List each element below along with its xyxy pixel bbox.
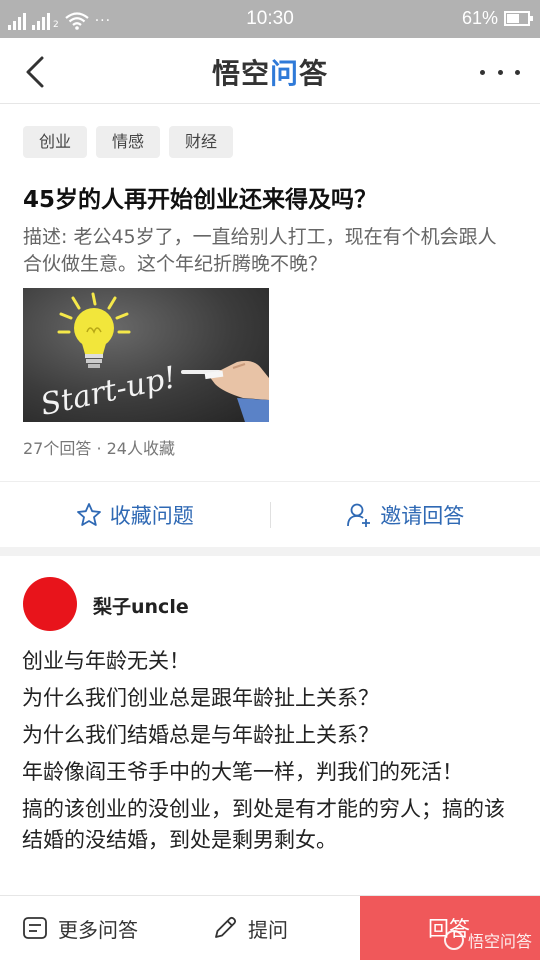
watermark: 悟空问答 [443,928,532,952]
section-divider [0,547,540,556]
invite-answer-label: 邀请回答 [380,503,465,528]
answer-paragraph: 为什么我们创业总是跟年龄扯上关系？ [22,686,379,710]
status-bar: 2 ··· 10:30 61% [0,0,540,38]
question-card: 创业 情感 财经 45岁的人再开始创业还来得及吗？ 描述: 老公45岁了，一直给… [0,104,540,548]
tag-list: 创业 情感 财经 [23,126,234,158]
lightbulb-chalk-illustration: Start-up! [37,292,269,422]
image-chalk-text: Start-up! [37,360,179,422]
tag-emotion[interactable]: 情感 [96,126,161,158]
answer-paragraph: 为什么我们结婚总是与年龄扯上关系？ [22,723,379,747]
more-answers-label: 更多问答 [58,917,138,942]
dot-icon [480,69,485,75]
bottom-action-bar: 更多问答 提问 回答 悟空问答 [0,895,540,960]
top-nav-bar: 悟空问答 [0,38,540,104]
answer-button[interactable]: 回答 悟空问答 [360,896,540,960]
app-logo: 悟空问答 [211,57,329,90]
battery-icon [504,11,533,26]
answer-paragraph: 创业与年龄无关！ [22,649,190,673]
battery-percent: 61% [461,8,498,28]
battery-status: 61% [461,8,533,29]
answer-content[interactable]: 创业与年龄无关！ 为什么我们创业总是跟年龄扯上关系？ 为什么我们结婚总是与年龄扯… [22,646,512,862]
favorite-question-button[interactable]: 收藏问题 [0,482,270,547]
watermark-text: 悟空问答 [467,932,532,951]
question-description: 描述: 老公45岁了，一直给别人打工，现在有个机会跟人合伙做生意。这个年纪折腾晚… [23,226,497,275]
dot-icon [497,69,503,75]
question-actions: 收藏问题 邀请回答 [0,481,540,547]
ask-label: 提问 [248,917,288,942]
invite-answer-button[interactable]: 邀请回答 [271,482,540,547]
invite-user-icon [347,503,371,527]
pencil-icon [215,916,237,938]
tag-finance[interactable]: 财经 [169,126,234,158]
tag-startup[interactable]: 创业 [23,126,88,158]
answer-paragraph: 年龄像阎王爷手中的大笔一样，判我们的死活！ [22,760,463,784]
dot-icon [515,69,520,75]
question-image[interactable]: Start-up! [23,288,269,422]
answer-paragraph: 搞的该创业的没创业，到处是有才能的穷人；搞的该结婚的没结婚，到处是剩男剩女。 [22,797,505,852]
star-icon [76,502,101,526]
wukong-logo-icon [443,930,464,950]
answer-card: 梨子uncle 创业与年龄无关！ 为什么我们创业总是跟年龄扯上关系？ 为什么我们… [0,556,540,895]
favorite-question-label: 收藏问题 [109,503,194,528]
ask-button[interactable]: 提问 [212,896,288,960]
clock: 10:30 [246,8,294,29]
author-name[interactable]: 梨子uncle [93,592,189,619]
author-avatar[interactable] [23,577,77,631]
question-stats: 27个回答 · 24人收藏 [23,439,175,458]
more-options-button[interactable] [480,60,520,84]
more-answers-button[interactable]: 更多问答 [22,896,138,960]
question-title: 45岁的人再开始创业还来得及吗？ [23,187,378,213]
list-icon [23,917,47,939]
